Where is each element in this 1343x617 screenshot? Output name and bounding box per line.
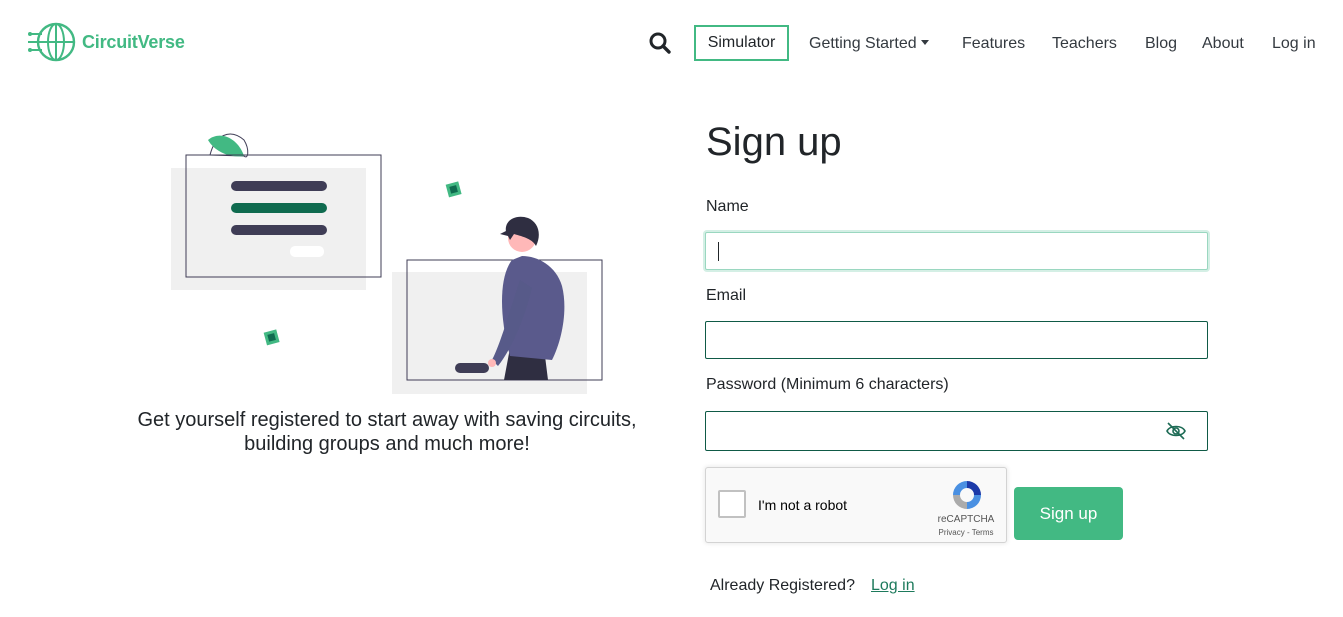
password-label: Password (Minimum 6 characters) <box>706 376 949 393</box>
nav-getting-started-label: Getting Started <box>809 35 917 52</box>
brand-logo[interactable]: CircuitVerse <box>28 18 185 66</box>
nav-blog[interactable]: Blog <box>1145 35 1177 53</box>
brand-name: CircuitVerse <box>82 31 185 52</box>
text-cursor <box>718 242 719 261</box>
caret-down-icon <box>920 40 929 45</box>
circuitverse-logo-icon <box>28 22 76 62</box>
name-input[interactable] <box>705 232 1208 270</box>
signup-illustration <box>171 133 603 394</box>
page-title: Sign up <box>706 120 842 164</box>
recaptcha-widget: I'm not a robot reCAPTCHA Privacy - Term… <box>705 467 1007 543</box>
tagline-line-1: Get yourself registered to start away wi… <box>137 409 637 431</box>
sign-up-button[interactable]: Sign up <box>1014 487 1123 540</box>
email-input[interactable] <box>705 321 1208 359</box>
eye-slash-icon[interactable] <box>1165 422 1187 440</box>
tagline-line-2: building groups and much more! <box>244 433 530 455</box>
recaptcha-separator: - <box>964 528 972 537</box>
recaptcha-checkbox[interactable] <box>718 490 746 518</box>
login-link[interactable]: Log in <box>871 577 915 595</box>
signup-tagline: Get yourself registered to start away wi… <box>90 408 684 456</box>
already-registered-text: Already Registered? <box>710 577 855 594</box>
recaptcha-terms-link[interactable]: Terms <box>972 528 994 537</box>
email-label: Email <box>706 287 747 304</box>
nav-features[interactable]: Features <box>962 35 1025 53</box>
nav-getting-started[interactable]: Getting Started <box>809 35 929 53</box>
nav-login[interactable]: Log in <box>1272 35 1316 53</box>
recaptcha-links: Privacy - Terms <box>930 528 1002 537</box>
recaptcha-label: I'm not a robot <box>758 497 848 513</box>
search-icon <box>649 32 671 54</box>
search-button[interactable] <box>648 31 672 55</box>
nav-simulator-button[interactable]: Simulator <box>694 25 789 61</box>
nav-teachers[interactable]: Teachers <box>1052 35 1117 53</box>
recaptcha-brand: reCAPTCHA <box>937 514 995 525</box>
name-label: Name <box>706 198 749 215</box>
recaptcha-privacy-link[interactable]: Privacy <box>939 528 965 537</box>
password-input[interactable] <box>705 411 1208 451</box>
nav-about[interactable]: About <box>1202 35 1244 53</box>
recaptcha-logo-icon <box>953 481 981 509</box>
